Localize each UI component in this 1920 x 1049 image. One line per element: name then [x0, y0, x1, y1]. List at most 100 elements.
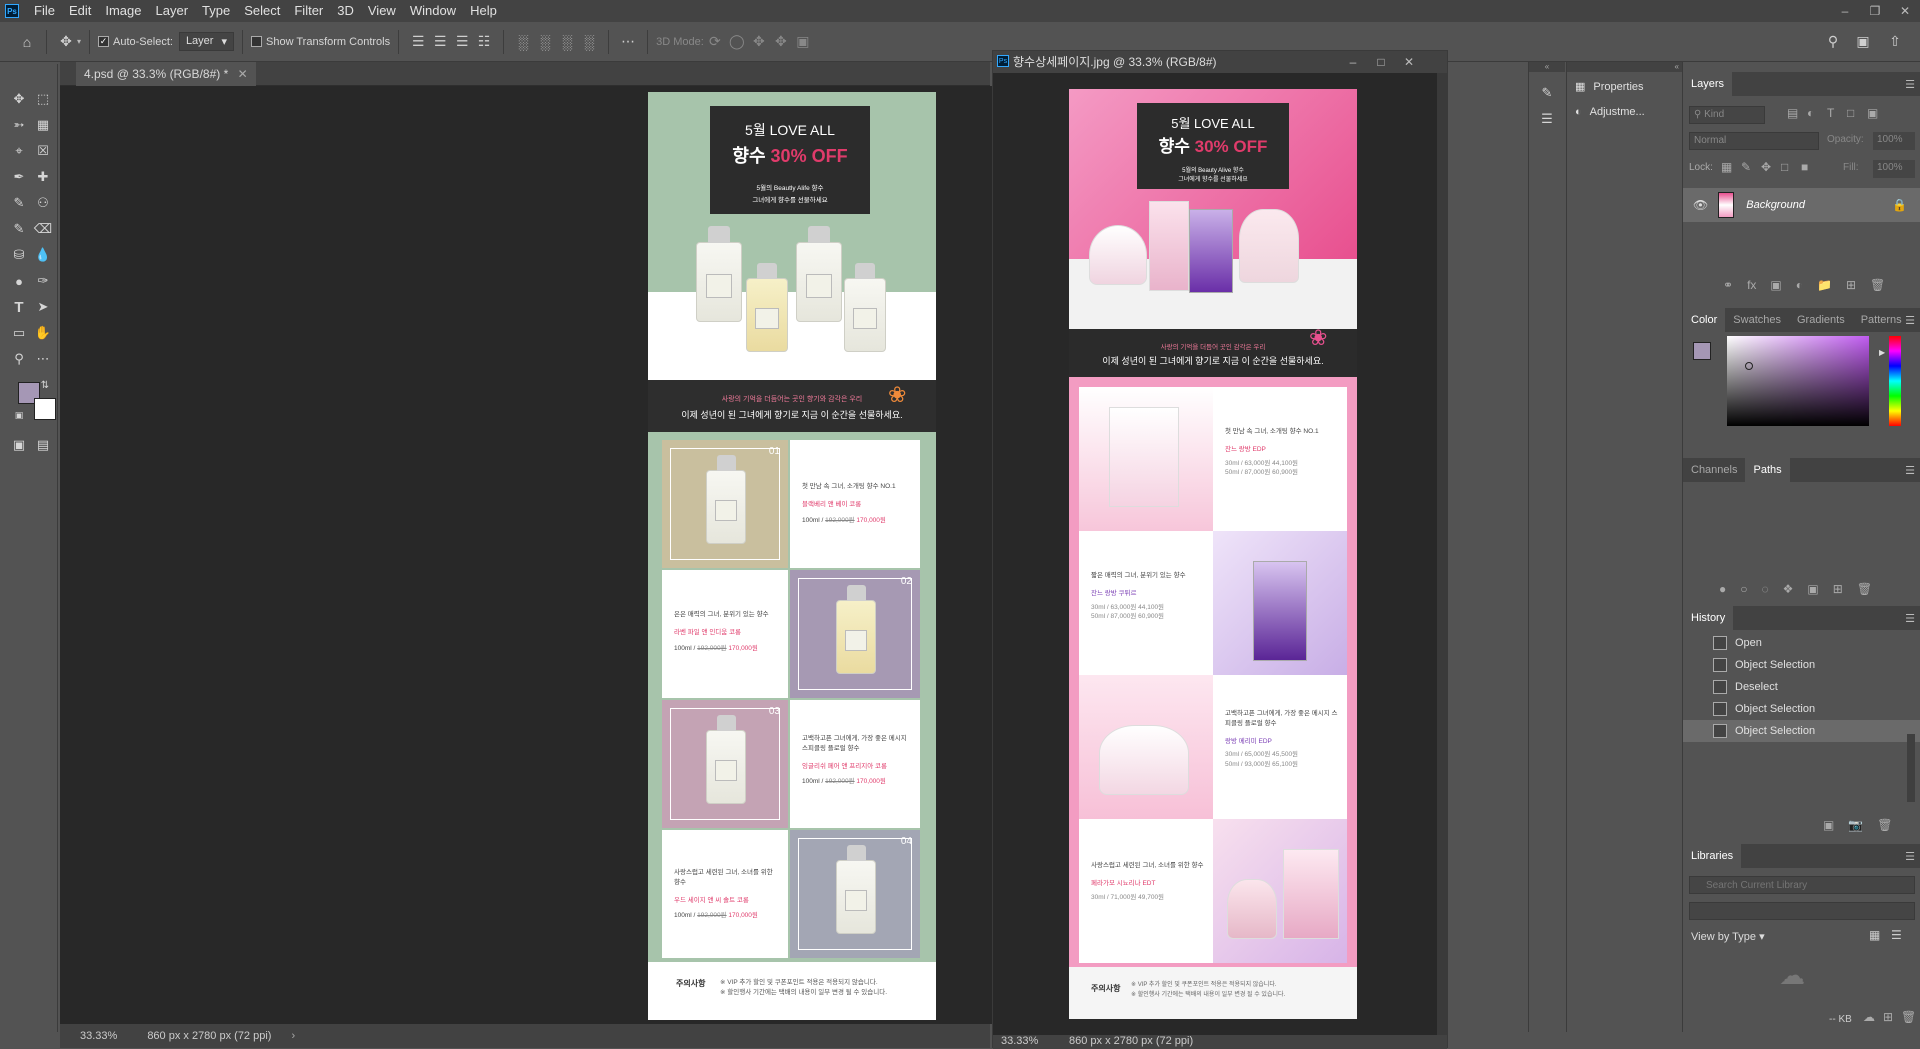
delete-library-item-icon[interactable]: 🗑: [1901, 1010, 1916, 1024]
new-document-from-state-icon[interactable]: ▣: [1823, 818, 1834, 832]
chevron-right-icon[interactable]: ›: [291, 1030, 295, 1042]
hue-slider[interactable]: [1889, 336, 1901, 426]
distribute-vertical-icon[interactable]: ░: [578, 31, 600, 53]
panel-menu-icon[interactable]: ☰: [1905, 314, 1915, 327]
filter-shape-icon[interactable]: □: [1847, 106, 1854, 120]
new-path-icon[interactable]: ⊞: [1833, 582, 1843, 596]
move-tool-icon[interactable]: ✥: [55, 31, 77, 53]
menu-file[interactable]: File: [27, 0, 62, 22]
menu-help[interactable]: Help: [463, 0, 504, 22]
restore-icon[interactable]: ❐: [1860, 0, 1890, 22]
filter-adjustment-icon[interactable]: ◐: [1807, 106, 1814, 120]
link-layers-icon[interactable]: ⚭: [1723, 278, 1733, 292]
paint-bucket-tool-icon[interactable]: ⛁: [8, 244, 30, 266]
delete-state-icon[interactable]: 🗑: [1877, 818, 1892, 832]
vertical-scrollbar[interactable]: [1437, 73, 1447, 1041]
properties-button[interactable]: ▦ Properties: [1575, 80, 1644, 94]
object-selection-tool-icon[interactable]: ▦: [32, 114, 54, 136]
new-group-icon[interactable]: 📁: [1817, 278, 1832, 292]
quick-mask-icon[interactable]: ▣: [8, 434, 30, 456]
healing-brush-tool-icon[interactable]: ✚: [32, 166, 54, 188]
visibility-eye-icon[interactable]: 👁: [1693, 198, 1708, 212]
brush-settings-icon[interactable]: ✎: [1536, 82, 1558, 104]
dodge-tool-icon[interactable]: ●: [8, 270, 30, 292]
eraser-tool-icon[interactable]: ⌫: [32, 218, 54, 240]
filter-smart-object-icon[interactable]: ▣: [1867, 106, 1878, 120]
make-work-path-icon[interactable]: ❖: [1783, 582, 1794, 596]
brush-presets-icon[interactable]: ☰: [1536, 108, 1558, 130]
blur-tool-icon[interactable]: 💧: [32, 244, 54, 266]
background-color-swatch[interactable]: [34, 398, 56, 420]
lock-pixels-icon[interactable]: ✎: [1741, 160, 1751, 174]
history-scrollbar[interactable]: [1907, 734, 1915, 802]
menu-view[interactable]: View: [361, 0, 403, 22]
move-tool-icon[interactable]: ✥: [8, 88, 30, 110]
rectangle-tool-icon[interactable]: ▭: [8, 322, 30, 344]
lock-all-icon[interactable]: ■: [1801, 160, 1808, 174]
history-item[interactable]: Deselect: [1683, 676, 1920, 698]
3d-pan-icon[interactable]: ✥: [748, 31, 770, 53]
3d-roll-icon[interactable]: ◯: [726, 31, 748, 53]
panel-menu-icon[interactable]: ☰: [1905, 78, 1915, 91]
library-search-input[interactable]: [1689, 876, 1915, 894]
add-library-item-icon[interactable]: ⊞: [1883, 1010, 1893, 1024]
adjustment-layer-icon[interactable]: ◐: [1796, 278, 1803, 292]
lasso-tool-icon[interactable]: ➳: [8, 114, 30, 136]
show-transform-checkbox[interactable]: [251, 36, 262, 47]
panel-menu-icon[interactable]: ☰: [1905, 464, 1915, 477]
lock-artboard-icon[interactable]: □: [1781, 160, 1788, 174]
zoom-level-2[interactable]: 33.33%: [1001, 1035, 1038, 1047]
foreground-color-swatch[interactable]: [1693, 342, 1711, 360]
swap-colors-icon[interactable]: ⇅: [34, 374, 56, 396]
align-top-icon[interactable]: ░: [512, 31, 534, 53]
collapse-icon[interactable]: «: [1529, 62, 1565, 72]
menu-image[interactable]: Image: [98, 0, 148, 22]
auto-select-dropdown[interactable]: Layer ▾: [178, 32, 234, 51]
more-tools-icon[interactable]: ⋯: [32, 348, 54, 370]
tab-patterns[interactable]: Patterns: [1853, 308, 1910, 332]
minimize-icon[interactable]: –: [1339, 51, 1367, 73]
close-icon[interactable]: ✕: [1890, 0, 1920, 22]
home-icon[interactable]: ⌂: [16, 31, 38, 53]
3d-slide-icon[interactable]: ✥: [770, 31, 792, 53]
workspace-icon[interactable]: ▣: [1852, 31, 1874, 53]
menu-edit[interactable]: Edit: [62, 0, 98, 22]
align-bottom-icon[interactable]: ░: [556, 31, 578, 53]
minimize-icon[interactable]: –: [1830, 0, 1860, 22]
align-left-icon[interactable]: ☰: [407, 31, 429, 53]
history-item[interactable]: Object Selection: [1683, 654, 1920, 676]
type-tool-icon[interactable]: T: [8, 296, 30, 318]
tab-layers[interactable]: Layers: [1683, 72, 1733, 96]
color-picker-handle[interactable]: [1745, 362, 1753, 370]
frame-tool-icon[interactable]: ☒: [32, 140, 54, 162]
opacity-input[interactable]: 100%: [1873, 132, 1915, 150]
load-selection-icon[interactable]: ◌: [1762, 582, 1769, 596]
list-view-icon[interactable]: ☰: [1891, 928, 1902, 942]
align-right-icon[interactable]: ☰: [451, 31, 473, 53]
snapshot-icon[interactable]: 📷: [1848, 818, 1863, 832]
filter-type-icon[interactable]: T: [1827, 106, 1834, 120]
layer-filter-kind[interactable]: ⚲ Kind: [1689, 106, 1765, 124]
grid-view-icon[interactable]: ▦: [1869, 928, 1880, 942]
tab-paths[interactable]: Paths: [1745, 458, 1790, 482]
menu-select[interactable]: Select: [237, 0, 287, 22]
screen-mode-icon[interactable]: ▤: [32, 434, 54, 456]
adjustments-button[interactable]: ◐ Adjustme...: [1575, 106, 1645, 118]
stamp-tool-icon[interactable]: ⚇: [32, 192, 54, 214]
lock-position-icon[interactable]: ✥: [1761, 160, 1771, 174]
document-2-titlebar[interactable]: Ps 향수상세페이지.jpg @ 33.3% (RGB/8#) – □ ✕: [993, 51, 1447, 73]
view-by-type[interactable]: View by Type ▾: [1691, 930, 1765, 943]
fill-input[interactable]: 100%: [1873, 160, 1915, 178]
lock-transparency-icon[interactable]: ▦: [1721, 160, 1732, 174]
menu-layer[interactable]: Layer: [149, 0, 196, 22]
zoom-tool-icon[interactable]: ⚲: [8, 348, 30, 370]
close-tab-icon[interactable]: ✕: [238, 67, 248, 81]
menu-type[interactable]: Type: [195, 0, 237, 22]
menu-filter[interactable]: Filter: [287, 0, 330, 22]
delete-path-icon[interactable]: 🗑: [1857, 582, 1872, 596]
history-item[interactable]: Open: [1683, 632, 1920, 654]
close-icon[interactable]: ✕: [1395, 51, 1423, 73]
blend-mode-select[interactable]: Normal: [1689, 132, 1819, 150]
document-2-canvas[interactable]: 5월 LOVE ALL 향수 30% OFF 5월의 Beauty Alive …: [1069, 89, 1357, 1019]
tab-channels[interactable]: Channels: [1683, 458, 1745, 482]
